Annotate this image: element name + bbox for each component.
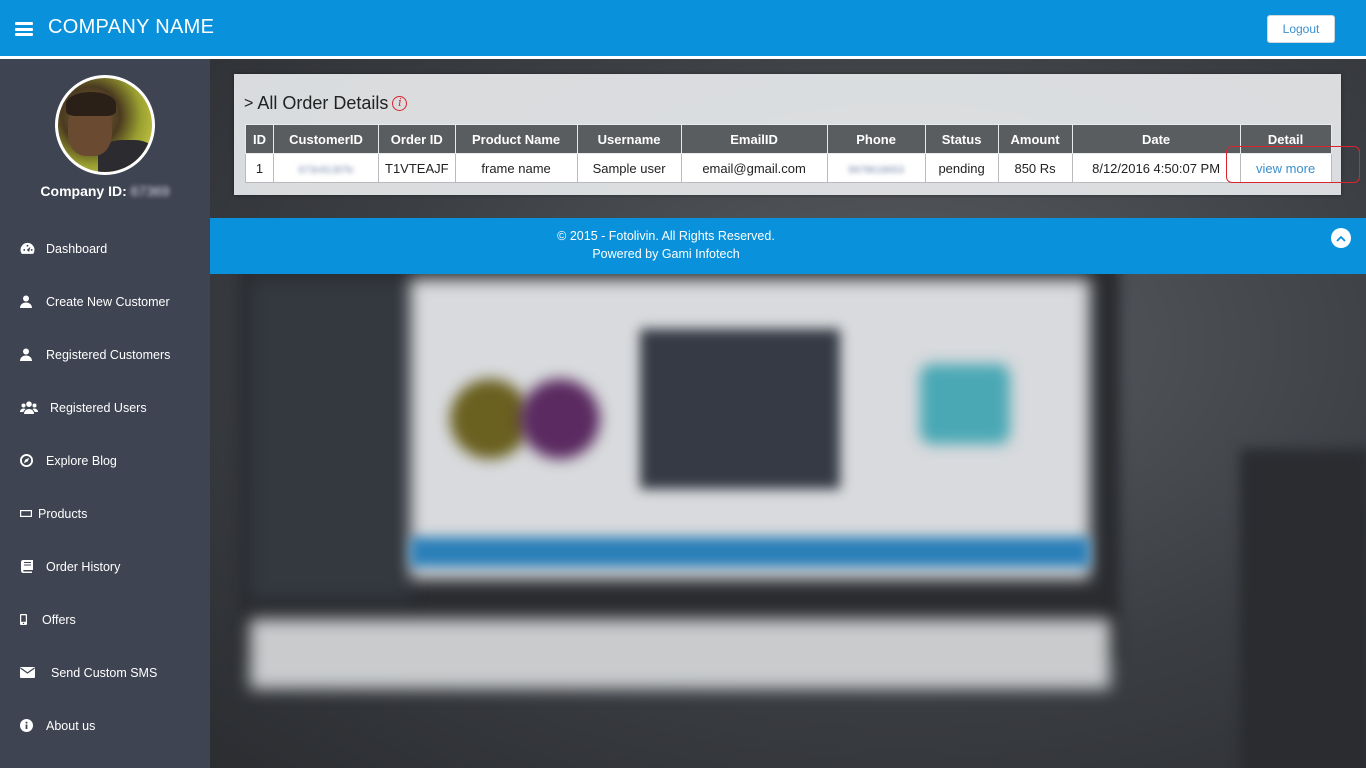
- cell-email: email@gmail.com: [680, 153, 828, 183]
- page-title-text: All Order Details: [257, 93, 389, 113]
- table-row: 1 673n9130Te T1VTEAJF frame name Sample …: [245, 153, 1332, 183]
- cell-order-id: T1VTEAJF: [378, 153, 456, 183]
- book-icon: [20, 560, 42, 573]
- order-details-panel: > All Order Details i ID CustomerID Orde…: [234, 74, 1360, 195]
- column-header: Username: [576, 124, 682, 154]
- users-icon: [20, 401, 46, 414]
- dashboard-icon: [20, 242, 42, 255]
- page-title: > All Order Details i: [244, 93, 408, 114]
- sidebar-item-send-custom-sms[interactable]: Send Custom SMS: [0, 646, 210, 699]
- column-header: Order ID: [378, 124, 456, 154]
- user-icon: [20, 295, 42, 308]
- sidebar-item-explore-blog[interactable]: Explore Blog: [0, 434, 210, 487]
- sidebar-item-registered-customers[interactable]: Registered Customers: [0, 328, 210, 381]
- company-id-value: 67369: [130, 183, 170, 199]
- column-header: EmailID: [680, 124, 828, 154]
- footer-powered-by: Powered by Gami Infotech: [592, 247, 740, 261]
- sidebar-item-create-new-customer[interactable]: Create New Customer: [0, 275, 210, 328]
- mobile-icon: [20, 614, 38, 625]
- scroll-to-top-button[interactable]: [1331, 228, 1351, 248]
- sidebar-item-label: Registered Customers: [46, 347, 171, 362]
- footer-copyright: © 2015 - Fotolivin. All Rights Reserved.: [557, 229, 775, 243]
- cell-amount: 850 Rs: [997, 153, 1073, 183]
- cell-status: pending: [924, 153, 999, 183]
- column-header: Status: [924, 124, 999, 154]
- sidebar-item-dashboard[interactable]: Dashboard: [0, 222, 210, 275]
- avatar: [55, 75, 155, 175]
- column-header: Amount: [997, 124, 1073, 154]
- compass-icon: [20, 454, 42, 467]
- sidebar-item-products[interactable]: Products: [0, 487, 210, 540]
- brand-name: COMPANY NAME: [48, 16, 215, 38]
- sidebar: Company ID: 67369 Dashboard Create New C…: [0, 59, 210, 768]
- sidebar-item-offers[interactable]: Offers: [0, 593, 210, 646]
- sidebar-item-label: Order History: [46, 559, 121, 574]
- sidebar-item-about-us[interactable]: About us: [0, 699, 210, 752]
- sidebar-item-label: About us: [46, 718, 96, 733]
- table-header-row: ID CustomerID Order ID Product Name User…: [245, 124, 1332, 154]
- company-id: Company ID: 67369: [0, 183, 210, 199]
- cell-id: 1: [245, 153, 274, 183]
- top-header: COMPANY NAME Logout: [0, 0, 1366, 59]
- column-header: CustomerID: [273, 124, 379, 154]
- info-icon: [20, 719, 42, 732]
- sidebar-item-label: Offers: [42, 612, 76, 627]
- phone-value: 9978618653: [848, 164, 904, 176]
- orders-table: ID CustomerID Order ID Product Name User…: [245, 124, 1332, 183]
- user-icon: [20, 348, 42, 361]
- sidebar-item-label: Dashboard: [46, 241, 108, 256]
- sidebar-menu: Dashboard Create New Customer Registered…: [0, 222, 210, 752]
- cell-phone: 9978618653: [826, 153, 926, 183]
- column-header: Phone: [826, 124, 926, 154]
- hamburger-menu-icon[interactable]: [15, 22, 33, 36]
- sidebar-item-label: Send Custom SMS: [51, 665, 158, 680]
- sidebar-item-label: Registered Users: [50, 400, 147, 415]
- chevron-right-icon: >: [244, 94, 254, 112]
- sidebar-item-order-history[interactable]: Order History: [0, 540, 210, 593]
- sidebar-item-registered-users[interactable]: Registered Users: [0, 381, 210, 434]
- column-header: Product Name: [454, 124, 578, 154]
- company-id-label: Company ID:: [40, 183, 131, 199]
- cell-product-name: frame name: [454, 153, 578, 183]
- column-header: ID: [245, 124, 274, 154]
- sidebar-item-label: Explore Blog: [46, 453, 117, 468]
- cell-customer-id: 673n9130Te: [273, 153, 379, 183]
- chevron-up-icon: [1336, 235, 1346, 242]
- highlight-annotation: [1226, 146, 1360, 183]
- footer: © 2015 - Fotolivin. All Rights Reserved.…: [210, 218, 1366, 274]
- envelope-icon: [20, 667, 47, 678]
- cell-username: Sample user: [576, 153, 682, 183]
- rectangle-icon: [20, 510, 34, 517]
- cell-date: 8/12/2016 4:50:07 PM: [1071, 153, 1241, 183]
- sidebar-item-label: Create New Customer: [46, 294, 170, 309]
- sidebar-item-label: Products: [38, 506, 88, 521]
- column-header: Date: [1071, 124, 1241, 154]
- logout-button[interactable]: Logout: [1267, 15, 1335, 43]
- customer-id-value: 673n9130Te: [298, 164, 354, 176]
- info-circle-icon[interactable]: i: [392, 96, 408, 111]
